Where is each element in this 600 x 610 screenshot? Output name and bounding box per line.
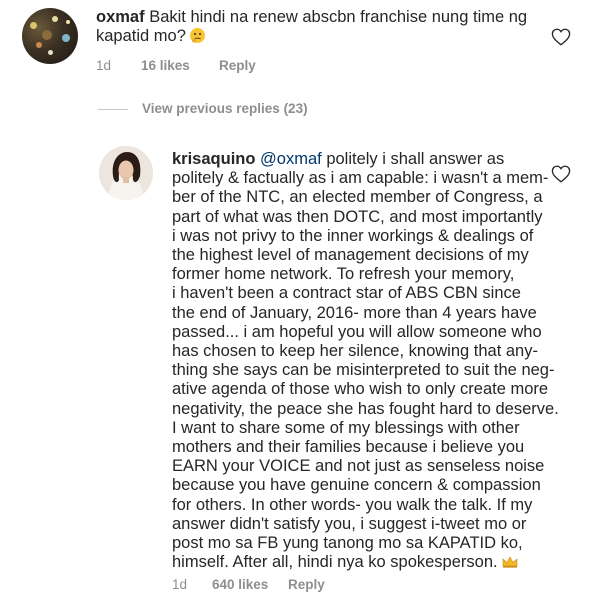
reply-likes[interactable]: 640 likes (212, 577, 268, 592)
reply-line: ber of the NTC, an elected member of Con… (172, 188, 543, 207)
like-heart-icon[interactable] (551, 28, 571, 46)
reply-line: former home network. To refresh your mem… (172, 265, 515, 284)
comment-body: Bakit hindi na renew abscbn franchise nu… (96, 8, 528, 46)
reply-time[interactable]: 1d (172, 577, 187, 592)
reply-line: I want to share some of my blessings wit… (172, 418, 520, 437)
avatar[interactable] (99, 146, 153, 200)
reply-line: mothers and their families because i bel… (172, 438, 525, 457)
comment-text: oxmaf Bakit hindi na renew abscbn franch… (96, 8, 536, 46)
reply-line: politely & factually as i am capable: i … (172, 169, 549, 188)
view-previous-replies-button[interactable]: View previous replies (23) (98, 101, 308, 116)
reply-line: part of what was then DOTC, and most imp… (172, 207, 543, 226)
avatar[interactable] (22, 8, 78, 64)
comment-likes[interactable]: 16 likes (141, 58, 190, 73)
reply-reply-button[interactable]: Reply (288, 577, 325, 592)
reply-line: the highest level of management decision… (172, 246, 529, 265)
reply-line: for others. In other words- you walk the… (172, 495, 533, 514)
reply-line: i was not privy to the inner workings & … (172, 226, 534, 245)
comment-reply-button[interactable]: Reply (219, 58, 256, 73)
reply-line: thing she says can be misinterpreted to … (172, 361, 555, 380)
reply-text: krisaquino @oxmaf politely i shall answe… (172, 150, 572, 572)
reply-line: ative agenda of those who wish to only c… (172, 380, 549, 399)
reply-line: answer didn't satisfy you, i suggest i-t… (172, 514, 527, 533)
thinking-face-icon (190, 28, 206, 44)
reply-line: because you have genuine concern & compa… (172, 476, 541, 495)
crown-icon (502, 556, 518, 568)
reply-line: post mo sa FB yung tanong mo sa KAPATID … (172, 534, 523, 553)
reply-line: passed... i am hopeful you will allow so… (172, 322, 542, 341)
reply-line: i haven't been a contract star of ABS CB… (172, 284, 521, 303)
reply-line: politely i shall answer as (326, 150, 505, 168)
reply-username[interactable]: krisaquino (172, 150, 255, 168)
comment-username[interactable]: oxmaf (96, 8, 145, 26)
like-heart-icon[interactable] (551, 165, 571, 183)
view-previous-replies-label: View previous replies (23) (142, 101, 308, 116)
reply-line: EARN your VOICE and not just as senseles… (172, 457, 545, 476)
divider-line (98, 108, 128, 110)
reply-line: negativity, the peace she has fought har… (172, 399, 559, 418)
reply-line: himself. After all, hindi nya ko spokesp… (172, 553, 498, 572)
comment-time[interactable]: 1d (96, 58, 111, 73)
reply-line: has chosen to keep her silence, knowing … (172, 342, 538, 361)
reply-mention-link[interactable]: @oxmaf (260, 150, 322, 168)
reply-line: the end of January, 2016- more than 4 ye… (172, 303, 537, 322)
